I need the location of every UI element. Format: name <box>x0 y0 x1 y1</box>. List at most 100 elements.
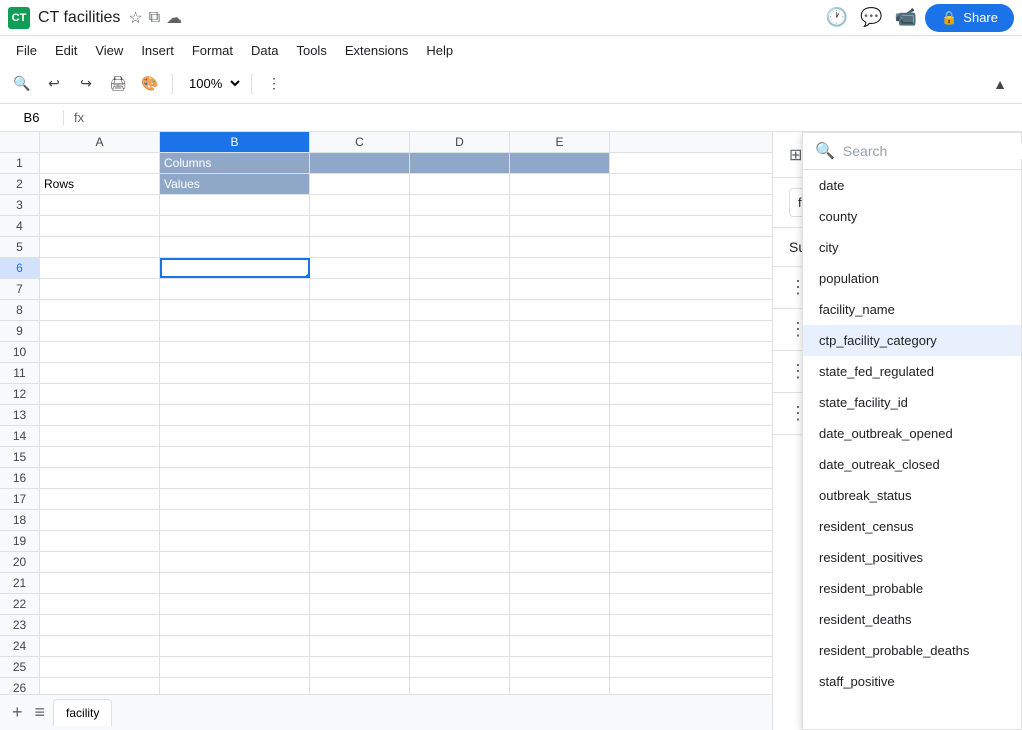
row-num-8[interactable]: 8 <box>0 300 40 320</box>
cell-d2[interactable] <box>410 174 510 194</box>
cell-e1[interactable] <box>510 153 610 173</box>
redo-btn[interactable]: ↪ <box>72 70 100 98</box>
cell-e2[interactable] <box>510 174 610 194</box>
menu-tools[interactable]: Tools <box>288 40 334 61</box>
field-item-resident-probable[interactable]: resident_probable <box>803 573 1021 604</box>
row-num-24[interactable]: 24 <box>0 636 40 656</box>
cell-c2[interactable] <box>310 174 410 194</box>
table-row: 14 <box>0 426 772 447</box>
row-num-2[interactable]: 2 <box>0 174 40 194</box>
print-btn[interactable]: 🖨 <box>104 70 132 98</box>
grid-body: 1 Columns 2 Rows Values 3 <box>0 153 772 694</box>
cell-a1[interactable] <box>40 153 160 173</box>
row-num-15[interactable]: 15 <box>0 447 40 467</box>
row-num-18[interactable]: 18 <box>0 510 40 530</box>
cloud-icon[interactable]: ☁ <box>166 8 182 28</box>
folder-icon[interactable]: ⧉ <box>149 9 160 27</box>
table-row: 22 <box>0 594 772 615</box>
field-item-population[interactable]: population <box>803 263 1021 294</box>
row-num-10[interactable]: 10 <box>0 342 40 362</box>
field-item-resident-probable-deaths[interactable]: resident_probable_deaths <box>803 635 1021 666</box>
row-num-20[interactable]: 20 <box>0 552 40 572</box>
row-num-12[interactable]: 12 <box>0 384 40 404</box>
collapse-btn[interactable]: ▲ <box>986 70 1014 98</box>
history-icon[interactable]: 🕐 <box>826 7 848 28</box>
row-num-22[interactable]: 22 <box>0 594 40 614</box>
cell-b3[interactable] <box>160 195 310 215</box>
field-item-ctp-facility-category[interactable]: ctp_facility_category <box>803 325 1021 356</box>
row-num-19[interactable]: 19 <box>0 531 40 551</box>
row-num-11[interactable]: 11 <box>0 363 40 383</box>
field-item-county[interactable]: county <box>803 201 1021 232</box>
cell-a3[interactable] <box>40 195 160 215</box>
table-row: 8 <box>0 300 772 321</box>
zoom-select[interactable]: 100% 75% 125% <box>181 73 243 94</box>
field-item-date-outreak-closed[interactable]: date_outreak_closed <box>803 449 1021 480</box>
cell-a2[interactable]: Rows <box>40 174 160 194</box>
row-num-13[interactable]: 13 <box>0 405 40 425</box>
row-num-7[interactable]: 7 <box>0 279 40 299</box>
col-header-c[interactable]: C <box>310 132 410 152</box>
table-row: 9 <box>0 321 772 342</box>
menu-view[interactable]: View <box>87 40 131 61</box>
video-icon[interactable]: 📹 <box>895 7 917 28</box>
row-num-5[interactable]: 5 <box>0 237 40 257</box>
field-item-date[interactable]: date <box>803 170 1021 201</box>
row-num-1[interactable]: 1 <box>0 153 40 173</box>
formula-fx-icon: fx <box>68 110 90 125</box>
row-num-14[interactable]: 14 <box>0 426 40 446</box>
row-num-25[interactable]: 25 <box>0 657 40 677</box>
table-row: 24 <box>0 636 772 657</box>
col-header-a[interactable]: A <box>40 132 160 152</box>
menu-dots-icon[interactable]: ≡ <box>31 698 50 727</box>
menu-bar: File Edit View Insert Format Data Tools … <box>0 36 1022 64</box>
field-item-resident-deaths[interactable]: resident_deaths <box>803 604 1021 635</box>
menu-file[interactable]: File <box>8 40 45 61</box>
field-item-staff-positive[interactable]: staff_positive <box>803 666 1021 697</box>
row-num-6[interactable]: 6 <box>0 258 40 278</box>
cell-b6-selected[interactable] <box>160 258 310 278</box>
paint-btn[interactable]: 🎨 <box>136 70 164 98</box>
row-num-21[interactable]: 21 <box>0 573 40 593</box>
field-item-city[interactable]: city <box>803 232 1021 263</box>
row-num-23[interactable]: 23 <box>0 615 40 635</box>
toolbar-sep-1 <box>172 74 173 94</box>
field-item-state-facility-id[interactable]: state_facility_id <box>803 387 1021 418</box>
more-options-btn[interactable]: ⋮ <box>260 70 288 98</box>
menu-data[interactable]: Data <box>243 40 286 61</box>
row-num-17[interactable]: 17 <box>0 489 40 509</box>
chat-icon[interactable]: 💬 <box>860 7 882 28</box>
row-num-26[interactable]: 26 <box>0 678 40 694</box>
add-sheet-icon[interactable]: + <box>8 698 27 727</box>
cell-b1[interactable]: Columns <box>160 153 310 173</box>
star-icon[interactable]: ☆ <box>128 8 142 28</box>
field-item-facility-name[interactable]: facility_name <box>803 294 1021 325</box>
menu-insert[interactable]: Insert <box>133 40 182 61</box>
field-item-resident-census[interactable]: resident_census <box>803 511 1021 542</box>
undo-btn[interactable]: ↩ <box>40 70 68 98</box>
table-row: 20 <box>0 552 772 573</box>
field-item-date-outbreak-opened[interactable]: date_outbreak_opened <box>803 418 1021 449</box>
share-button[interactable]: 🔒 Share <box>925 4 1014 32</box>
col-header-b[interactable]: B <box>160 132 310 152</box>
search-toolbar-btn[interactable]: 🔍 <box>8 70 36 98</box>
cell-b2[interactable]: Values <box>160 174 310 194</box>
cell-c1[interactable] <box>310 153 410 173</box>
col-header-d[interactable]: D <box>410 132 510 152</box>
field-item-resident-positives[interactable]: resident_positives <box>803 542 1021 573</box>
menu-extensions[interactable]: Extensions <box>337 40 417 61</box>
row-num-4[interactable]: 4 <box>0 216 40 236</box>
field-item-state-fed-regulated[interactable]: state_fed_regulated <box>803 356 1021 387</box>
menu-format[interactable]: Format <box>184 40 241 61</box>
row-num-9[interactable]: 9 <box>0 321 40 341</box>
field-item-outbreak-status[interactable]: outbreak_status <box>803 480 1021 511</box>
row-num-3[interactable]: 3 <box>0 195 40 215</box>
cell-d1[interactable] <box>410 153 510 173</box>
row-num-16[interactable]: 16 <box>0 468 40 488</box>
cell-reference-input[interactable] <box>4 110 64 125</box>
menu-help[interactable]: Help <box>418 40 461 61</box>
field-search-input[interactable] <box>843 143 1022 159</box>
menu-edit[interactable]: Edit <box>47 40 85 61</box>
sheet-tab-facility[interactable]: facility <box>53 699 112 726</box>
col-header-e[interactable]: E <box>510 132 610 152</box>
